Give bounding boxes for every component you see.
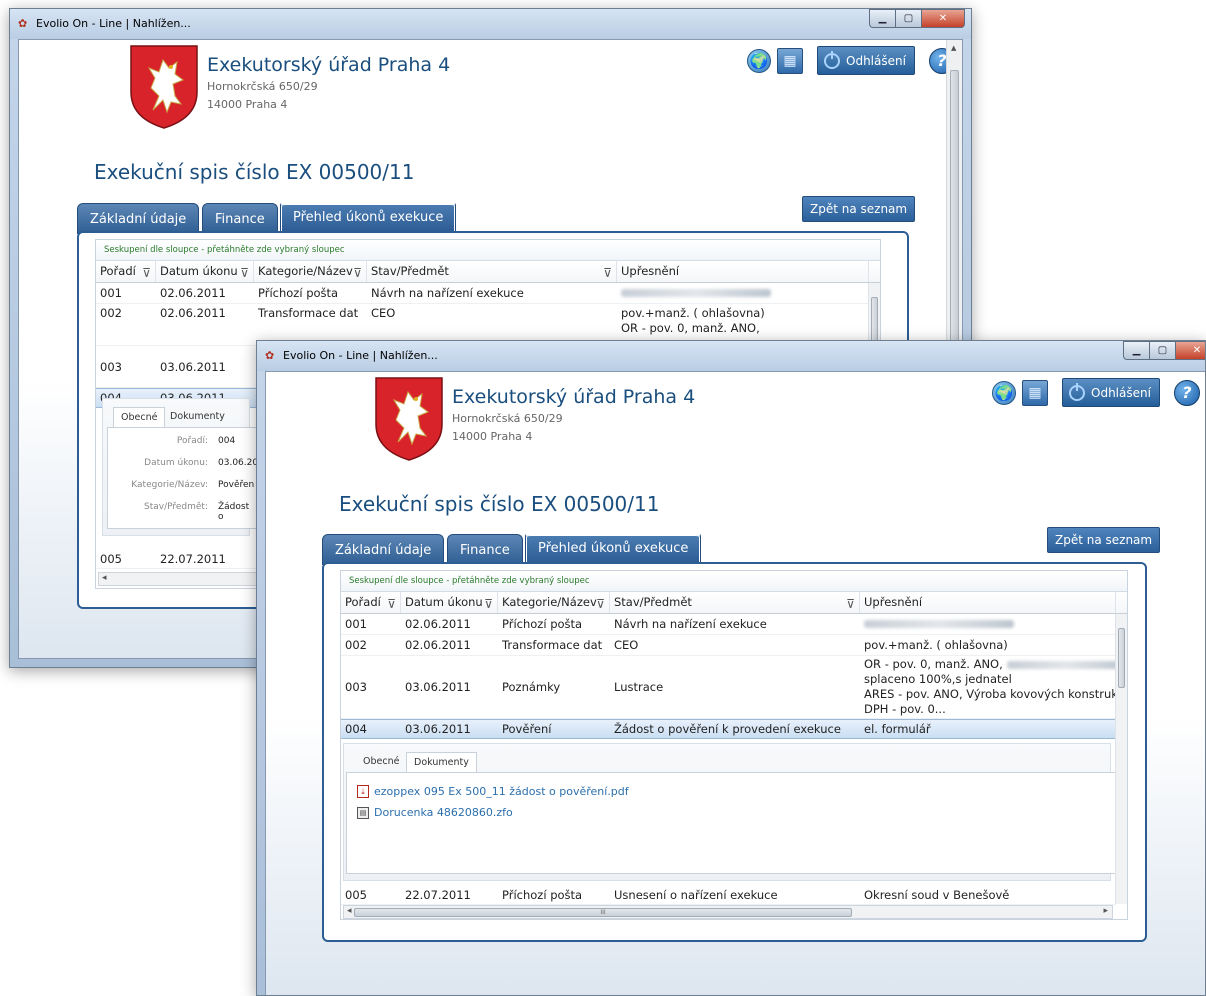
office-name: Exekutorský úřad Praha 4 xyxy=(452,386,696,408)
detail-body: ⤓ ezoppex 095 Ex 500_11 žádost o pověřen… xyxy=(346,772,1116,874)
col-header-upresneni[interactable]: Upřesnění xyxy=(860,592,1116,613)
document-link[interactable]: ▤ Dorucenka 48620860.zfo xyxy=(357,806,513,819)
col-header-stav[interactable]: Stav/Předmět ⊽ xyxy=(610,592,860,613)
coat-of-arms-logo xyxy=(130,45,198,129)
back-to-list-button[interactable]: Zpět na seznam xyxy=(802,196,916,222)
col-header-poradi[interactable]: Pořadí ⊽ xyxy=(96,261,156,282)
pdf-icon: ⤓ xyxy=(357,785,369,798)
grid-header: Pořadí ⊽ Datum úkonu ⊽ Kategorie/Název ⊽ St… xyxy=(96,261,880,283)
filter-icon[interactable]: ⊽ xyxy=(603,263,612,282)
filter-icon[interactable]: ⊽ xyxy=(846,594,855,613)
detail-body: Pořadí: 004 Datum úkonu: 03.06.20 Katego… xyxy=(107,427,258,529)
col-header-datum[interactable]: Datum úkonu ⊽ xyxy=(156,261,254,282)
minimize-button[interactable]: ▁ xyxy=(1123,341,1149,360)
filter-icon[interactable]: ⊽ xyxy=(387,594,396,613)
power-icon xyxy=(824,50,840,69)
book-icon[interactable]: ▦ xyxy=(1022,379,1048,406)
top-toolbar: 🌍 ▦ Odhlášení ? xyxy=(992,378,1200,407)
filter-icon[interactable]: ⊽ xyxy=(484,594,493,613)
grouping-hint: Seskupení dle sloupce - přetáhněte zde v… xyxy=(341,571,1127,592)
app-icon: ✿ xyxy=(18,17,28,30)
coat-of-arms-logo xyxy=(375,377,443,461)
tab-zakladni-udaje[interactable]: Základní údaje xyxy=(322,534,445,565)
tab-prehled-ukonu[interactable]: Přehled úkonů exekuce xyxy=(280,200,457,234)
col-header-kategorie[interactable]: Kategorie/Název ⊽ xyxy=(254,261,367,282)
content-panel: Seskupení dle sloupce - přetáhněte zde v… xyxy=(322,562,1147,942)
back-to-list-button[interactable]: Zpět na seznam xyxy=(1047,527,1161,553)
detail-tab-dokumenty[interactable]: Dokumenty xyxy=(406,752,477,772)
col-header-datum[interactable]: Datum úkonu ⊽ xyxy=(401,592,498,613)
office-city: 14000 Praha 4 xyxy=(207,98,288,111)
window-controls: ▁ ▢ ✕ xyxy=(1123,341,1205,360)
office-street: Hornokrčská 650/29 xyxy=(207,80,318,93)
globe-icon[interactable]: 🌍 xyxy=(992,380,1016,405)
col-header-stav[interactable]: Stav/Předmět ⊽ xyxy=(367,261,617,282)
actions-grid: Seskupení dle sloupce - přetáhněte zde v… xyxy=(340,570,1128,920)
redacted-text xyxy=(1006,660,1116,669)
maximize-button[interactable]: ▢ xyxy=(1149,341,1175,360)
logout-button[interactable]: Odhlášení xyxy=(817,46,915,75)
office-street: Hornokrčská 650/29 xyxy=(452,412,563,425)
app-icon: ✿ xyxy=(265,349,275,362)
title-bar: ✿ Evolio On - Line | Nahlížen... ▁ ▢ ✕ xyxy=(257,341,1205,371)
table-row[interactable]: 003 03.06.2011 Poznámky Lustrace OR - po… xyxy=(341,656,1127,719)
minimize-button[interactable]: ▁ xyxy=(869,9,895,28)
grid-header: Pořadí ⊽ Datum úkonu ⊽ Kategorie/Název ⊽ St… xyxy=(341,592,1127,614)
grid-vertical-scrollbar[interactable] xyxy=(1115,614,1127,904)
redacted-text xyxy=(621,289,771,297)
document-link[interactable]: ⤓ ezoppex 095 Ex 500_11 žádost o pověřen… xyxy=(357,785,629,798)
scroll-thumb[interactable]: III xyxy=(354,908,852,917)
window-title: Evolio On - Line | Nahlížen... xyxy=(283,349,438,362)
client-area: Exekutorský úřad Praha 4 Hornokrčská 650… xyxy=(265,371,1205,995)
table-row[interactable]: 005 22.07.2011 Příchozí pošta Usnesení o… xyxy=(341,885,1116,905)
logout-label: Odhlášení xyxy=(846,53,906,68)
detail-tab-obecne[interactable]: Obecné xyxy=(113,407,166,427)
top-toolbar: 🌍 ▦ Odhlášení ? xyxy=(747,46,955,75)
zfo-file-icon: ▤ xyxy=(357,806,369,819)
grouping-hint: Seskupení dle sloupce - přetáhněte zde v… xyxy=(96,240,880,261)
col-header-poradi[interactable]: Pořadí ⊽ xyxy=(341,592,401,613)
power-icon xyxy=(1069,382,1085,401)
globe-icon[interactable]: 🌍 xyxy=(747,48,771,73)
detail-panel: Obecné Dokumenty Pořadí: 004 Datum úkonu… xyxy=(102,398,258,536)
filter-icon[interactable]: ⊽ xyxy=(353,263,362,282)
col-header-kategorie[interactable]: Kategorie/Název ⊽ xyxy=(498,592,610,613)
redacted-text xyxy=(864,620,1014,628)
grid-horizontal-scrollbar[interactable]: ◂ III ▸ xyxy=(343,905,1113,919)
detail-panel: Obecné Dokumenty ⤓ ezoppex 095 Ex 500_11… xyxy=(343,743,1116,881)
front-window: ✿ Evolio On - Line | Nahlížen... ▁ ▢ ✕ E… xyxy=(256,340,1206,996)
table-row[interactable]: 001 02.06.2011 Příchozí pošta Návrh na n… xyxy=(341,614,1127,635)
close-button[interactable]: ✕ xyxy=(1175,341,1205,360)
filter-icon[interactable]: ⊽ xyxy=(596,594,605,613)
help-icon[interactable]: ? xyxy=(1173,379,1200,406)
tab-finance[interactable]: Finance xyxy=(447,534,523,565)
window-controls: ▁ ▢ ✕ xyxy=(869,9,965,28)
case-title: Exekuční spis číslo EX 00500/11 xyxy=(94,160,415,184)
filter-icon[interactable]: ⊽ xyxy=(142,263,151,282)
table-row[interactable]: 001 02.06.2011 Příchozí pošta Návrh na n… xyxy=(96,283,880,304)
maximize-button[interactable]: ▢ xyxy=(895,9,921,28)
table-row-selected[interactable]: 004 03.06.2011 Pověření Žádost o pověřen… xyxy=(341,719,1127,739)
filter-icon[interactable]: ⊽ xyxy=(240,263,249,282)
tab-prehled-ukonu[interactable]: Přehled úkonů exekuce xyxy=(525,531,702,565)
office-city: 14000 Praha 4 xyxy=(452,430,533,443)
tab-finance[interactable]: Finance xyxy=(202,203,278,234)
col-header-upresneni[interactable]: Upřesnění xyxy=(617,261,869,282)
close-button[interactable]: ✕ xyxy=(921,9,965,28)
tab-zakladni-udaje[interactable]: Základní údaje xyxy=(77,203,200,234)
logout-label: Odhlášení xyxy=(1091,385,1151,400)
detail-tab-dokumenty[interactable]: Dokumenty xyxy=(163,407,232,427)
case-title: Exekuční spis číslo EX 00500/11 xyxy=(339,492,660,516)
detail-tab-obecne[interactable]: Obecné xyxy=(356,752,406,772)
book-icon[interactable]: ▦ xyxy=(777,47,803,74)
office-name: Exekutorský úřad Praha 4 xyxy=(207,54,451,76)
logout-button[interactable]: Odhlášení xyxy=(1062,378,1160,407)
table-row[interactable]: 002 02.06.2011 Transformace dat CEO pov.… xyxy=(341,635,1127,656)
title-bar: ✿ Evolio On - Line | Nahlížen... ▁ ▢ ✕ xyxy=(10,9,971,39)
window-title: Evolio On - Line | Nahlížen... xyxy=(36,17,191,30)
